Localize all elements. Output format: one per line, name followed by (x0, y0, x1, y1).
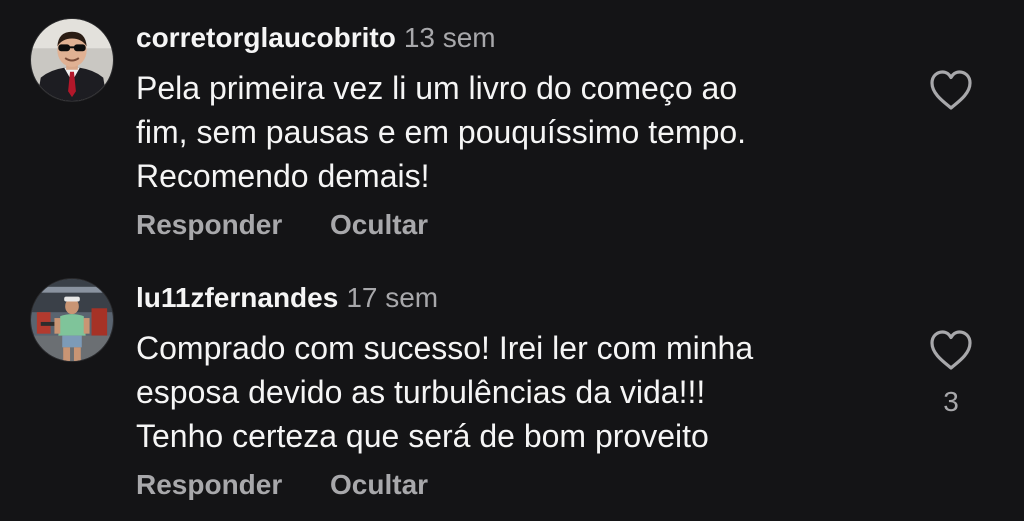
comment-item: corretorglaucobrito 13 sem Pela primeira … (0, 0, 1024, 260)
username[interactable]: corretorglaucobrito (136, 22, 396, 53)
comment-actions: Responder Ocultar (136, 465, 468, 505)
comment-actions: Responder Ocultar (136, 205, 468, 245)
like-count[interactable]: 3 (928, 385, 974, 419)
reply-button[interactable]: Responder (136, 209, 282, 240)
avatar[interactable] (30, 278, 114, 362)
comment-text-line: Tenho certeza que será de bom proveito (136, 418, 709, 454)
comment-text-line: esposa devido as turbulências da vida!!! (136, 374, 706, 410)
comment-item: lu11zfernandes 17 sem Comprado com sucess… (0, 260, 1024, 521)
comment-text-line: Pela primeira vez li um livro do começo … (136, 70, 738, 106)
comment-time: 13 sem (403, 22, 496, 53)
avatar[interactable] (30, 18, 114, 102)
hide-button[interactable]: Ocultar (330, 469, 428, 500)
comment-time: 17 sem (346, 282, 439, 313)
profile-photo-icon (31, 19, 113, 101)
comment-meta: lu11zfernandes 17 sem (136, 280, 438, 316)
reply-button[interactable]: Responder (136, 469, 282, 500)
comment-text: Comprado com sucesso! Irei ler com minha… (136, 326, 896, 458)
like-button[interactable] (928, 68, 974, 112)
profile-photo-icon (31, 279, 113, 361)
comment-meta: corretorglaucobrito 13 sem (136, 20, 496, 56)
like-button[interactable] (928, 328, 974, 372)
username[interactable]: lu11zfernandes (136, 282, 338, 313)
comment-text: Pela primeira vez li um livro do começo … (136, 66, 896, 198)
comments-list: corretorglaucobrito 13 sem Pela primeira … (0, 0, 1024, 521)
heart-icon (930, 330, 972, 370)
hide-button[interactable]: Ocultar (330, 209, 428, 240)
comment-text-line: Comprado com sucesso! Irei ler com minha (136, 330, 754, 366)
heart-icon (930, 70, 972, 110)
comment-text-line: fim, sem pausas e em pouquíssimo tempo. (136, 114, 747, 150)
comment-text-line: Recomendo demais! (136, 158, 430, 194)
